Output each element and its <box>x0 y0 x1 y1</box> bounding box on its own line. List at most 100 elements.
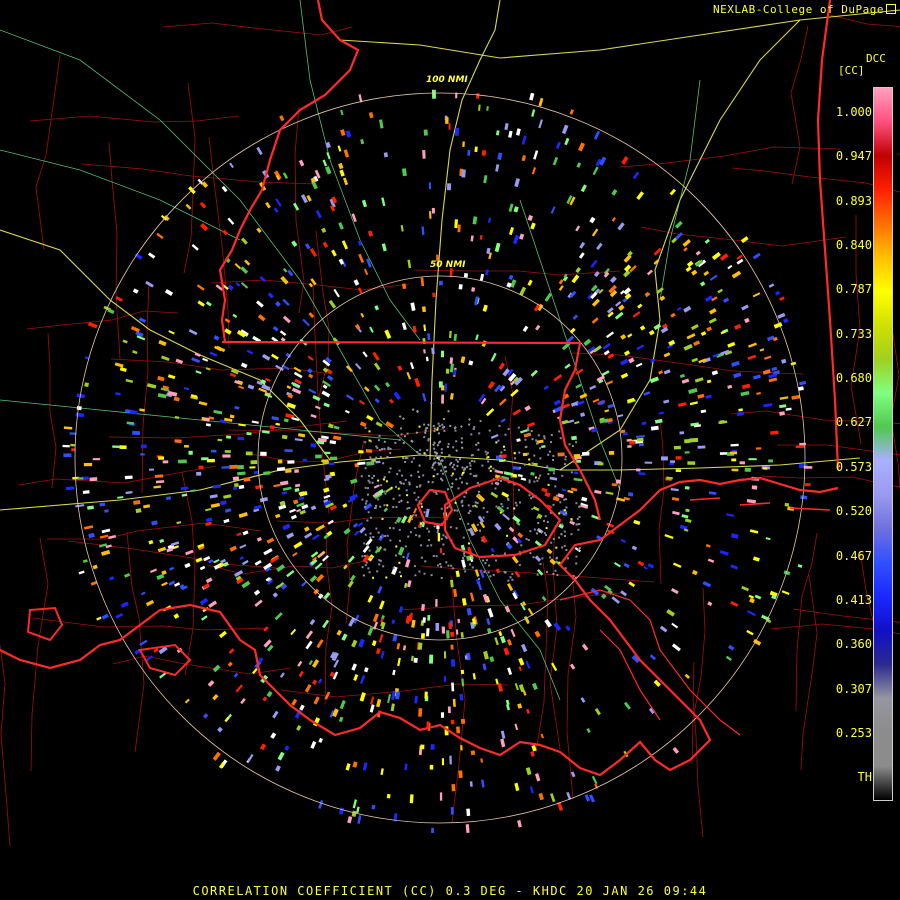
echo-gate <box>671 622 679 629</box>
clutter-gate <box>367 493 369 496</box>
clutter-gate <box>537 522 540 524</box>
echo-gate <box>637 560 645 567</box>
echo-gate <box>194 352 201 357</box>
echo-gate <box>302 458 308 462</box>
clutter-gate <box>398 494 401 497</box>
echo-gate <box>318 737 323 743</box>
echo-gate <box>460 425 463 428</box>
echo-gate <box>367 594 374 603</box>
echo-gate <box>479 235 483 240</box>
echo-gate <box>643 391 651 396</box>
echo-gate <box>673 445 681 450</box>
echo-gate <box>530 222 536 230</box>
echo-gate <box>196 284 205 291</box>
echo-gate <box>309 618 316 626</box>
echo-gate <box>654 418 663 424</box>
echo-gate <box>305 640 313 650</box>
echo-gate <box>703 270 710 277</box>
echo-gate <box>317 678 323 684</box>
echo-gate <box>467 150 471 156</box>
echo-gate <box>366 414 374 422</box>
clutter-gate <box>447 443 450 446</box>
echo-gate <box>627 333 633 338</box>
echo-gate <box>251 420 259 424</box>
clutter-gate <box>555 546 558 549</box>
echo-gate <box>514 682 519 691</box>
echo-gate <box>687 461 696 465</box>
clutter-gate <box>367 567 370 570</box>
echo-gate <box>584 794 591 802</box>
clutter-gate <box>486 510 489 513</box>
clutter-gate <box>559 437 562 440</box>
echo-gate <box>293 499 299 505</box>
clutter-gate <box>462 536 465 539</box>
echo-gate <box>167 374 176 380</box>
clutter-gate <box>473 426 476 429</box>
echo-gate <box>308 312 315 319</box>
legend-tick-label: 0.947 <box>835 149 872 164</box>
echo-gate <box>292 552 298 557</box>
clutter-gate <box>527 427 530 430</box>
echo-gate <box>190 489 196 493</box>
echo-gate <box>371 640 377 647</box>
echo-gate <box>748 458 757 461</box>
echo-gate <box>291 698 298 706</box>
highway-line <box>429 0 501 461</box>
echo-gate <box>738 408 743 412</box>
radar-map[interactable]: 50 NMI 100 NMI <box>0 0 900 900</box>
echo-gate <box>229 414 235 419</box>
echo-gate <box>205 517 213 523</box>
clutter-gate <box>476 523 479 526</box>
echo-gate <box>224 318 231 324</box>
clutter-gate <box>563 530 566 533</box>
echo-gate <box>279 480 289 486</box>
clutter-gate <box>554 485 557 488</box>
echo-gate <box>590 259 598 269</box>
clutter-gate <box>468 462 471 465</box>
echo-gate <box>421 306 427 313</box>
clutter-gate <box>504 433 507 436</box>
echo-gate <box>275 198 282 207</box>
clutter-gate <box>478 432 481 435</box>
clutter-gate <box>500 480 502 482</box>
clutter-gate <box>562 513 565 516</box>
echo-gate <box>421 226 425 235</box>
clutter-gate <box>433 468 436 471</box>
echo-gate <box>507 583 514 592</box>
clutter-gate <box>427 539 430 542</box>
echo-gate <box>623 701 631 710</box>
echo-gate <box>260 451 267 456</box>
echo-gate <box>431 207 435 214</box>
echo-gate <box>658 370 664 375</box>
echo-gate <box>208 600 218 608</box>
clutter-gate <box>536 532 538 535</box>
echo-gate <box>445 368 450 374</box>
echo-gate <box>380 650 385 659</box>
echo-gate <box>646 269 653 276</box>
echo-gate <box>615 301 622 307</box>
echo-gate <box>650 425 659 431</box>
clutter-gate <box>427 439 430 442</box>
echo-gate <box>119 445 127 450</box>
echo-gate <box>517 819 522 828</box>
echo-gate <box>294 487 300 493</box>
echo-gate <box>315 405 321 410</box>
echo-gate <box>374 305 380 311</box>
echo-gate <box>443 676 447 683</box>
echo-gate <box>338 162 344 170</box>
echo-gate <box>363 386 370 392</box>
clutter-gate <box>364 554 366 557</box>
echo-gate <box>487 380 496 390</box>
echo-gate <box>410 302 416 311</box>
echo-gate <box>146 383 157 389</box>
echo-gate <box>449 424 452 428</box>
clutter-gate <box>399 539 401 542</box>
echo-gate <box>546 548 553 555</box>
echo-gate <box>195 370 202 375</box>
echo-gate <box>611 483 617 487</box>
echo-gate <box>483 650 489 660</box>
clutter-gate <box>370 463 373 466</box>
clutter-gate <box>462 471 464 474</box>
clutter-gate <box>483 571 486 574</box>
echo-gate <box>157 546 167 553</box>
